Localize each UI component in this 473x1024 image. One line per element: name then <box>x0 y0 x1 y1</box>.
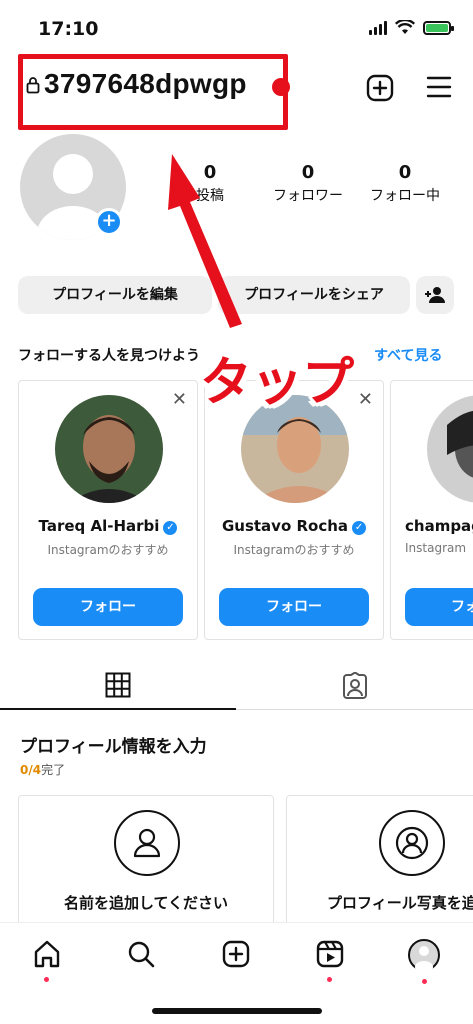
close-icon[interactable]: ✕ <box>358 389 373 410</box>
add-photo-title: プロフィール写真を追 <box>327 894 473 912</box>
profile-photo-icon <box>379 810 445 876</box>
suggestion-name: champag <box>405 517 473 535</box>
tab-tagged[interactable] <box>236 660 473 710</box>
following-count: 0 <box>398 162 412 183</box>
follow-button[interactable]: フォロー <box>33 588 183 626</box>
signal-icon <box>369 20 387 35</box>
progress-fraction: 0/4 <box>20 763 42 777</box>
suggestion-card[interactable]: ✕ Tareq Al-Harbi ✓ Instagramのおすすめ フォロー <box>18 380 198 640</box>
suggestion-subtitle: Instagram <box>405 541 467 555</box>
followers-stat[interactable]: 0 フォロワー <box>258 162 358 205</box>
suggestion-name-text: Gustavo Rocha <box>221 517 349 535</box>
discover-people-button[interactable] <box>416 276 454 314</box>
profile-notification-dot <box>422 979 427 984</box>
suggestion-name-text: Tareq Al-Harbi <box>38 517 160 535</box>
close-icon[interactable]: ✕ <box>172 389 187 410</box>
following-label: フォロー中 <box>370 188 440 204</box>
add-photo-card[interactable]: プロフィール写真を追 <box>286 795 473 925</box>
username[interactable]: 3797648dpwgp <box>44 68 247 100</box>
grid-icon <box>105 672 131 698</box>
suggestion-photo[interactable] <box>55 395 163 503</box>
verified-icon: ✓ <box>163 521 178 535</box>
add-name-card[interactable]: 名前を追加してください <box>18 795 274 925</box>
menu-icon[interactable] <box>426 75 452 99</box>
add-avatar-button[interactable]: + <box>95 208 123 236</box>
status-time: 17:10 <box>38 18 99 40</box>
search-icon <box>128 941 155 968</box>
nav-search[interactable] <box>126 939 156 973</box>
discover-title: フォローする人を見つけよう <box>18 348 200 364</box>
lock-icon <box>26 77 40 94</box>
suggestion-name: Tareq Al-Harbi ✓ <box>19 517 197 535</box>
battery-icon <box>423 20 454 35</box>
nav-profile[interactable] <box>408 939 440 984</box>
suggestion-name: Gustavo Rocha ✓ <box>205 517 383 535</box>
suggestion-subtitle: Instagramのおすすめ <box>233 543 355 557</box>
following-stat[interactable]: 0 フォロー中 <box>360 162 450 205</box>
profile-avatar-icon <box>408 939 440 973</box>
complete-profile-progress: 0/4完了 <box>20 761 65 778</box>
suggestion-photo[interactable] <box>427 395 473 503</box>
suggestion-card[interactable]: ✕ champag Instagram フォ <box>390 380 473 640</box>
home-icon <box>34 940 60 968</box>
progress-suffix: 完了 <box>41 763 66 777</box>
person-icon <box>114 810 180 876</box>
tagged-person-icon <box>342 672 367 699</box>
follow-button[interactable]: フォロー <box>219 588 369 626</box>
add-name-title: 名前を追加してください <box>63 894 229 912</box>
see-all-link[interactable]: すべて見る <box>374 345 442 365</box>
create-post-icon[interactable] <box>366 74 394 102</box>
annotation-tap-text: タップ <box>200 353 354 413</box>
add-person-icon <box>425 287 445 303</box>
tab-posts-grid[interactable] <box>0 660 236 710</box>
create-icon <box>222 940 250 968</box>
status-icons <box>369 20 454 35</box>
home-indicator <box>152 1008 322 1014</box>
reels-notification-dot <box>327 977 332 982</box>
nav-reels[interactable] <box>315 939 345 982</box>
suggestion-card[interactable]: ✕ Gustavo Rocha ✓ Instagramのおすすめ フォロー <box>204 380 384 640</box>
nav-home[interactable] <box>32 939 62 982</box>
followers-count: 0 <box>301 162 315 183</box>
home-notification-dot <box>44 977 49 982</box>
verified-icon: ✓ <box>352 521 367 535</box>
complete-profile-title: プロフィール情報を入力 <box>20 737 207 757</box>
notification-dot <box>272 78 290 96</box>
nav-create[interactable] <box>221 939 251 973</box>
followers-label: フォロワー <box>273 188 343 204</box>
wifi-icon <box>395 20 415 34</box>
suggestion-name-text: champag <box>405 517 473 535</box>
annotation-arrow-icon <box>168 154 242 328</box>
suggestion-subtitle: Instagramのおすすめ <box>47 543 169 557</box>
reels-icon <box>316 940 344 968</box>
follow-button[interactable]: フォ <box>405 588 473 626</box>
